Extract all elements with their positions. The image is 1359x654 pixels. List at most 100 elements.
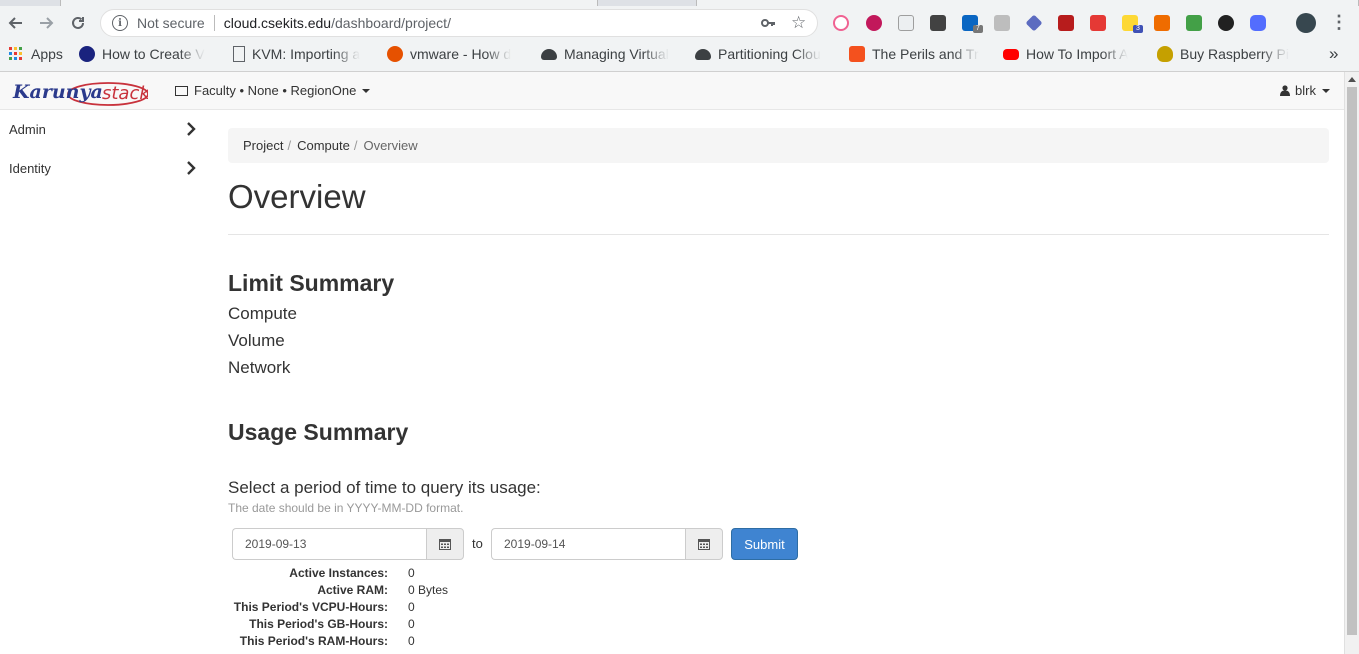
globe-icon [79, 46, 95, 62]
bookmark-label: Apps [31, 46, 63, 62]
calendar-icon [439, 539, 451, 550]
usage-summary-heading: Usage Summary [228, 419, 409, 445]
bookmark-item[interactable]: How To Import A [1003, 46, 1143, 62]
omnibox-divider [213, 15, 215, 31]
extension-keep-icon[interactable] [930, 15, 946, 31]
window-icon [175, 85, 188, 96]
extension-basket-icon[interactable] [1186, 15, 1202, 31]
sidebar-item-identity[interactable]: Identity [0, 149, 210, 188]
bookmark-label: How to Create V [102, 46, 205, 62]
forward-button[interactable] [33, 9, 61, 37]
bookmark-item[interactable]: KVM: Importing a [233, 46, 373, 62]
page-title: Overview [228, 178, 366, 215]
bookmark-label: Managing Virtual [564, 46, 669, 62]
stat-value-active-instances: 0 [408, 566, 415, 580]
browser-chrome: i Not secure cloud.csekits.edu/dashboard… [0, 0, 1359, 72]
bookmark-item[interactable]: Buy Raspberry Pi [1157, 46, 1297, 62]
stat-label-vcpu-hours: This Period's VCPU-Hours: [233, 600, 388, 614]
bookmark-item[interactable]: The Perils and Tr [849, 46, 989, 62]
end-date-input[interactable] [491, 528, 685, 560]
stat-label-active-ram: Active RAM: [317, 583, 388, 597]
arrow-left-icon [8, 17, 22, 29]
stat-value-active-ram: 0 Bytes [408, 583, 449, 597]
extension-fox-icon[interactable] [1154, 15, 1170, 31]
app-header: Karunya stack Faculty • None • RegionOne… [0, 72, 1359, 110]
start-date-input[interactable] [232, 528, 426, 560]
limit-network: Network [228, 358, 291, 377]
scrollbar-thumb[interactable] [1347, 87, 1357, 635]
extension-todoist-icon[interactable] [1090, 15, 1106, 31]
limit-volume: Volume [228, 331, 285, 350]
breadcrumb-project[interactable]: Project [243, 138, 283, 153]
start-date-group [232, 528, 464, 560]
arrow-right-icon [40, 17, 54, 29]
sidebar-item-label: Admin [9, 122, 46, 137]
breadcrumb-current: Overview [363, 138, 418, 153]
apps-grid-icon [9, 47, 22, 60]
breadcrumb-compute[interactable]: Compute [297, 138, 350, 153]
date-format-help: The date should be in YYYY-MM-DD format. [228, 501, 464, 515]
extension-video-icon[interactable] [1250, 15, 1266, 31]
browser-menu-icon[interactable]: ⋮ [1330, 12, 1348, 33]
extension-github-icon[interactable] [1218, 15, 1234, 31]
raspberry-icon [1157, 46, 1173, 62]
sidebar-item-admin[interactable]: Admin [0, 110, 210, 149]
bookmark-apps[interactable]: Apps [8, 46, 66, 62]
bookmark-label: Buy Raspberry Pi [1180, 46, 1289, 62]
extension-badge: 7 [973, 25, 983, 33]
key-icon[interactable] [760, 15, 776, 35]
stat-label-active-instances: Active Instances: [289, 566, 388, 580]
bookmark-item[interactable]: Managing Virtual [541, 46, 681, 62]
extension-record-icon[interactable] [833, 15, 849, 31]
url-host: cloud.csekits.edu [223, 15, 332, 31]
breadcrumb-separator: / [353, 138, 358, 153]
bookmark-item[interactable]: How to Create V [79, 46, 219, 62]
stat-label-ram-hours: This Period's RAM-Hours: [239, 634, 388, 648]
bookmark-item[interactable]: Partitioning Clou [695, 46, 835, 62]
address-bar[interactable]: i Not secure cloud.csekits.edu/dashboard… [100, 9, 818, 37]
caret-down-icon [362, 88, 371, 93]
back-button[interactable] [1, 9, 29, 37]
extension-badge: 3 [1133, 25, 1143, 33]
bookmark-item[interactable]: vmware - How d [387, 46, 527, 62]
extension-edit-icon[interactable] [898, 15, 914, 31]
star-icon[interactable]: ☆ [791, 13, 806, 33]
limit-compute: Compute [228, 304, 297, 323]
bookmarks-overflow-icon[interactable]: » [1329, 44, 1338, 64]
project-context-dropdown[interactable]: Faculty • None • RegionOne [175, 83, 371, 98]
date-range-to-label: to [472, 536, 483, 551]
user-icon [1280, 85, 1290, 96]
sidebar-item-label: Identity [9, 161, 51, 176]
scroll-up-icon[interactable] [1348, 77, 1356, 82]
end-date-calendar-button[interactable] [685, 528, 723, 560]
page-scrollbar[interactable] [1344, 72, 1359, 654]
bookmark-label: vmware - How d [410, 46, 512, 62]
reload-icon [72, 16, 84, 29]
chevron-right-icon [187, 161, 196, 175]
reload-button[interactable] [64, 9, 92, 37]
svg-text:stack: stack [102, 83, 148, 104]
sidebar: Admin Identity [0, 110, 210, 654]
breadcrumb-separator: / [287, 138, 292, 153]
profile-avatar[interactable] [1296, 13, 1316, 33]
stat-value-vcpu-hours: 0 [408, 600, 415, 614]
submit-button[interactable]: Submit [731, 528, 798, 560]
blogger-icon [849, 46, 865, 62]
youtube-icon [1003, 48, 1019, 60]
extension-diamond-icon[interactable] [1025, 14, 1043, 32]
caret-down-icon [1321, 88, 1330, 93]
extension-g-icon[interactable] [994, 15, 1010, 31]
cloud-icon [695, 48, 711, 60]
brand-logo[interactable]: Karunya stack [12, 77, 148, 107]
username: blrk [1295, 83, 1316, 98]
url-path: /dashboard/project/ [331, 15, 451, 31]
user-menu[interactable]: blrk [1280, 83, 1330, 98]
info-icon[interactable]: i [112, 15, 128, 31]
start-date-calendar-button[interactable] [426, 528, 464, 560]
extension-mendeley-icon[interactable] [1058, 15, 1074, 31]
extension-circle-icon[interactable] [866, 15, 882, 31]
bookmark-label: The Perils and Tr [872, 46, 979, 62]
calendar-icon [698, 539, 710, 550]
stat-label-gb-hours: This Period's GB-Hours: [249, 617, 388, 631]
page-icon [233, 46, 245, 62]
